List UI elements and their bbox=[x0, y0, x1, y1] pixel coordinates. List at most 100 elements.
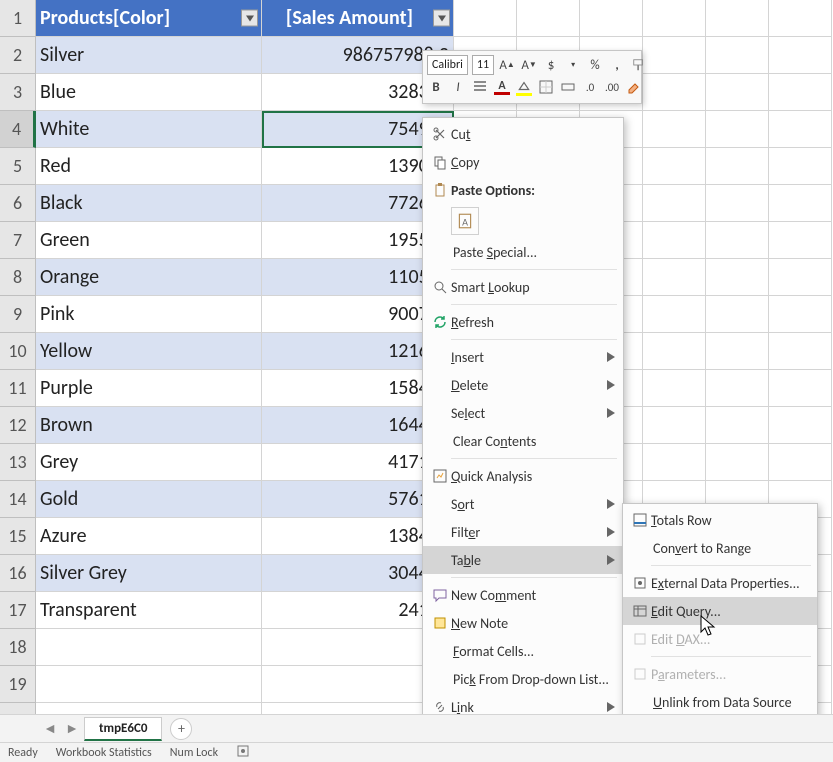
row-header[interactable]: 17 bbox=[0, 592, 36, 629]
font-name-select[interactable]: Calibri bbox=[427, 55, 468, 75]
merge-icon[interactable] bbox=[559, 77, 577, 97]
empty-cell[interactable] bbox=[769, 444, 832, 481]
borders-icon[interactable] bbox=[537, 77, 555, 97]
table-cell[interactable]: Azure bbox=[36, 518, 262, 555]
comma-style-icon[interactable]: , bbox=[608, 55, 626, 75]
empty-cell[interactable] bbox=[517, 0, 580, 37]
empty-cell[interactable] bbox=[769, 259, 832, 296]
empty-cell[interactable] bbox=[643, 0, 706, 37]
empty-cell[interactable] bbox=[643, 37, 706, 74]
copy-menuitem[interactable]: Copy bbox=[423, 148, 623, 176]
row-header[interactable]: 13 bbox=[0, 444, 36, 481]
totals-row-menuitem[interactable]: Totals Row bbox=[623, 506, 817, 534]
row-header[interactable]: 3 bbox=[0, 74, 36, 111]
column-header[interactable]: Products[Color] bbox=[36, 0, 262, 37]
table-cell[interactable]: Black bbox=[36, 185, 262, 222]
new-comment-menuitem[interactable]: New Comment bbox=[423, 581, 623, 609]
empty-cell[interactable] bbox=[643, 74, 706, 111]
select-menuitem[interactable]: Select bbox=[423, 399, 623, 427]
empty-cell[interactable] bbox=[706, 148, 769, 185]
table-cell[interactable]: Red bbox=[36, 148, 262, 185]
paste-option-values[interactable]: A bbox=[423, 204, 623, 238]
empty-cell[interactable] bbox=[643, 185, 706, 222]
empty-cell[interactable] bbox=[643, 444, 706, 481]
percent-format-icon[interactable]: ▾ bbox=[564, 55, 582, 75]
add-sheet-button[interactable]: + bbox=[170, 718, 192, 740]
sheet-tab[interactable]: tmpE6C0 bbox=[84, 717, 162, 741]
unlink-menuitem[interactable]: Unlink from Data Source bbox=[623, 688, 817, 716]
sort-menuitem[interactable]: Sort bbox=[423, 490, 623, 518]
empty-cell[interactable] bbox=[643, 407, 706, 444]
empty-cell[interactable] bbox=[769, 333, 832, 370]
format-cells-icon[interactable] bbox=[625, 77, 643, 97]
row-header[interactable]: 4 bbox=[0, 111, 36, 148]
table-cell[interactable]: Pink bbox=[36, 296, 262, 333]
empty-cell[interactable] bbox=[769, 74, 832, 111]
increase-font-icon[interactable]: A▲ bbox=[498, 55, 516, 75]
table-cell[interactable]: Blue bbox=[36, 74, 262, 111]
row-header[interactable]: 18 bbox=[0, 629, 36, 666]
external-data-menuitem[interactable]: External Data Properties... bbox=[623, 569, 817, 597]
format-painter-icon[interactable] bbox=[630, 55, 648, 75]
empty-cell[interactable] bbox=[706, 222, 769, 259]
empty-cell[interactable] bbox=[706, 111, 769, 148]
empty-cell[interactable] bbox=[580, 0, 643, 37]
row-header[interactable]: 2 bbox=[0, 37, 36, 74]
row-header[interactable]: 1 bbox=[0, 0, 36, 37]
empty-cell[interactable] bbox=[706, 296, 769, 333]
empty-cell[interactable] bbox=[769, 37, 832, 74]
empty-cell[interactable] bbox=[643, 148, 706, 185]
empty-cell[interactable] bbox=[706, 259, 769, 296]
pick-from-list-menuitem[interactable]: Pick From Drop-down List... bbox=[423, 665, 623, 693]
insert-menuitem[interactable]: Insert bbox=[423, 343, 623, 371]
empty-cell[interactable] bbox=[706, 0, 769, 37]
empty-cell[interactable] bbox=[36, 629, 262, 666]
paste-special-menuitem[interactable]: Paste Special... bbox=[423, 238, 623, 266]
decrease-font-icon[interactable]: A▼ bbox=[520, 55, 538, 75]
row-header[interactable]: 15 bbox=[0, 518, 36, 555]
cut-menuitem[interactable]: Cut bbox=[423, 120, 623, 148]
row-header[interactable]: 10 bbox=[0, 333, 36, 370]
empty-cell[interactable] bbox=[769, 185, 832, 222]
bold-icon[interactable]: B bbox=[427, 77, 445, 97]
empty-cell[interactable] bbox=[706, 185, 769, 222]
empty-cell[interactable] bbox=[769, 370, 832, 407]
empty-cell[interactable] bbox=[643, 333, 706, 370]
refresh-menuitem[interactable]: Refresh bbox=[423, 308, 623, 336]
table-cell[interactable]: Silver Grey bbox=[36, 555, 262, 592]
macro-record-icon[interactable] bbox=[236, 744, 250, 762]
empty-cell[interactable] bbox=[769, 407, 832, 444]
empty-cell[interactable] bbox=[706, 333, 769, 370]
empty-cell[interactable] bbox=[454, 0, 517, 37]
empty-cell[interactable] bbox=[706, 444, 769, 481]
row-header[interactable]: 9 bbox=[0, 296, 36, 333]
row-header[interactable]: 6 bbox=[0, 185, 36, 222]
accounting-format-icon[interactable]: $ bbox=[542, 55, 560, 75]
empty-cell[interactable] bbox=[643, 111, 706, 148]
empty-cell[interactable] bbox=[36, 666, 262, 703]
table-cell[interactable]: Grey bbox=[36, 444, 262, 481]
align-icon[interactable] bbox=[471, 77, 489, 97]
row-header[interactable]: 16 bbox=[0, 555, 36, 592]
table-cell[interactable]: Purple bbox=[36, 370, 262, 407]
italic-icon[interactable]: I bbox=[449, 77, 467, 97]
format-cells-menuitem[interactable]: Format Cells... bbox=[423, 637, 623, 665]
table-cell[interactable]: Silver bbox=[36, 37, 262, 74]
table-cell[interactable]: Orange bbox=[36, 259, 262, 296]
row-header[interactable]: 5 bbox=[0, 148, 36, 185]
percent-icon[interactable]: % bbox=[586, 55, 604, 75]
font-color-icon[interactable]: A bbox=[493, 77, 511, 97]
delete-menuitem[interactable]: Delete bbox=[423, 371, 623, 399]
increase-decimal-icon[interactable]: .00 bbox=[603, 77, 621, 97]
row-header[interactable]: 11 bbox=[0, 370, 36, 407]
filter-dropdown-icon[interactable] bbox=[241, 10, 258, 27]
empty-cell[interactable] bbox=[706, 370, 769, 407]
empty-cell[interactable] bbox=[769, 0, 832, 37]
table-cell[interactable]: White bbox=[36, 111, 262, 148]
empty-cell[interactable] bbox=[706, 407, 769, 444]
empty-cell[interactable] bbox=[643, 259, 706, 296]
smart-lookup-menuitem[interactable]: Smart Lookup bbox=[423, 273, 623, 301]
fill-color-icon[interactable] bbox=[515, 77, 533, 97]
empty-cell[interactable] bbox=[706, 37, 769, 74]
empty-cell[interactable] bbox=[769, 111, 832, 148]
